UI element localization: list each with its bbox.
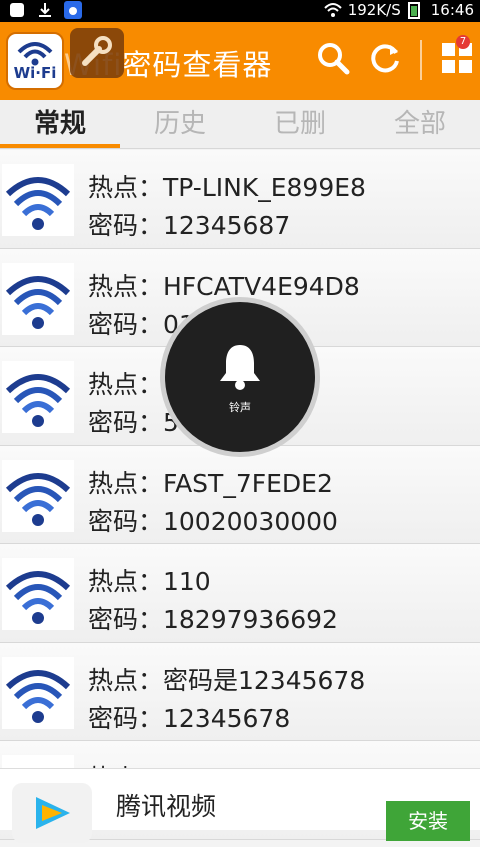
- bell-icon: [220, 345, 260, 390]
- tab-all[interactable]: 全部: [360, 100, 480, 148]
- wifi-icon: [2, 164, 74, 236]
- ad-title: 腾讯视频: [116, 792, 217, 821]
- toolbar-divider: [420, 40, 422, 80]
- hotspot-password: 密码：10020030000: [88, 506, 338, 536]
- ad-banner[interactable]: 腾讯视频 安装: [0, 768, 480, 843]
- hotspot-password: 密码：18297936692: [88, 605, 338, 634]
- hotspot-name: 热点：密码是12345678: [88, 665, 366, 695]
- baidu-icon: [64, 1, 82, 19]
- wifi-signal-icon: [324, 1, 342, 19]
- wifi-icon: [2, 459, 74, 532]
- ringtone-label: 铃声: [229, 401, 251, 414]
- wrench-icon[interactable]: [70, 28, 124, 78]
- hotspot-name: 热点：TP-LINK_E899E8: [88, 173, 366, 202]
- tab-bar: 常规 历史 已删 全部: [0, 100, 480, 149]
- wifi-icon: [2, 361, 74, 433]
- logo-text: Wi·Fi: [13, 64, 57, 82]
- refresh-icon[interactable]: [368, 41, 402, 79]
- list-item[interactable]: 热点：密码是12345678 密码：12345678: [0, 642, 480, 741]
- title-text: 密码查看器: [122, 48, 273, 82]
- battery-icon: [407, 1, 425, 19]
- list-item[interactable]: 热点：TP-LINK_E899E8 密码：12345687: [0, 150, 480, 249]
- app-bar: Wi·Fi Wifi密码查看器 7: [0, 22, 480, 100]
- hotspot-name: 热点：HFCATV4E94D8: [88, 271, 360, 301]
- download-icon: [36, 1, 54, 19]
- status-bar: 192K/S 16:46: [0, 0, 480, 22]
- hotspot-password: 密码：12345687: [88, 211, 291, 240]
- tencent-video-logo-icon: [12, 783, 92, 843]
- list-item[interactable]: 热点：FAST_7FEDE2 密码：10020030000: [0, 445, 480, 544]
- tab-history[interactable]: 历史: [120, 100, 240, 148]
- hotspot-name: 热点：FAST_7FEDE2: [88, 468, 333, 498]
- search-icon[interactable]: [316, 41, 350, 79]
- hotspot-name: 热点：110: [88, 567, 211, 596]
- wifi-icon: [2, 262, 74, 335]
- wifi-icon: [2, 656, 74, 729]
- network-speed: 192K/S: [347, 1, 401, 19]
- ringtone-floating-button[interactable]: 铃声: [160, 297, 320, 457]
- wifi-logo-icon: [17, 42, 53, 66]
- install-button[interactable]: 安装: [386, 801, 470, 841]
- list-item[interactable]: 热点：110 密码：18297936692: [0, 544, 480, 643]
- notification-icon: [8, 1, 26, 19]
- grid-menu-icon[interactable]: 7: [440, 35, 474, 79]
- hotspot-list: 热点：TP-LINK_E899E8 密码：12345687 热点：HFCATV4…: [0, 150, 480, 840]
- clock: 16:46: [430, 1, 474, 19]
- tab-general[interactable]: 常规: [0, 100, 120, 148]
- hotspot-password: 密码：12345678: [88, 703, 291, 733]
- notification-badge: 7: [456, 35, 470, 49]
- wifi-icon: [2, 558, 74, 630]
- tab-deleted[interactable]: 已删: [240, 100, 360, 148]
- app-logo[interactable]: Wi·Fi: [6, 32, 64, 90]
